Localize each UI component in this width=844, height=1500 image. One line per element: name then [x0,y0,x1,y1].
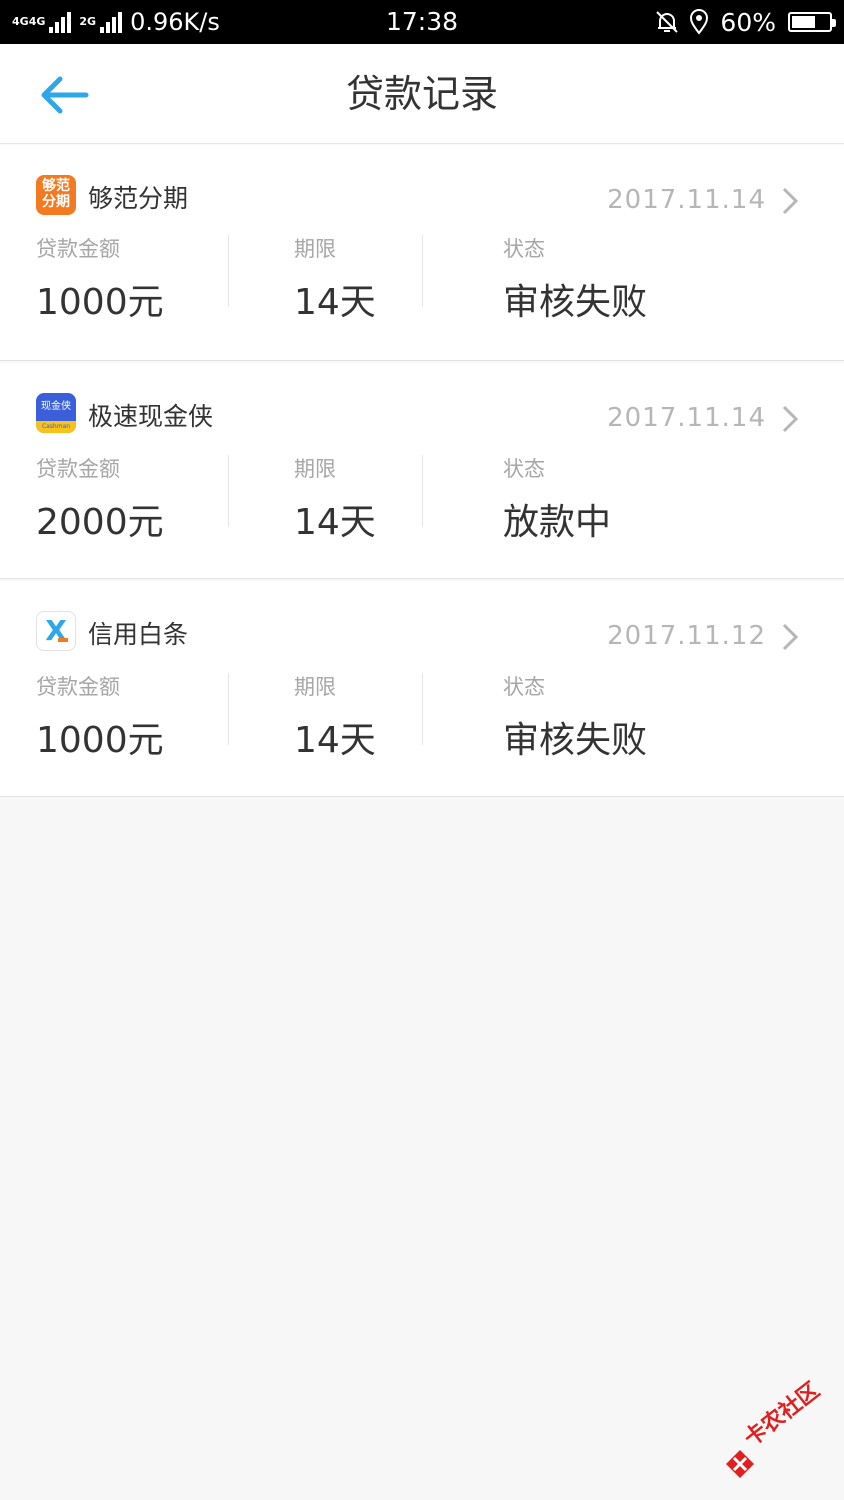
term-value: 14天 [294,282,376,323]
battery-percent: 60% [720,7,776,37]
column-divider [228,235,229,307]
amount-column: 贷款金额 2000元 [36,453,164,545]
status-label: 状态 [503,675,545,699]
amount-value: 2000元 [36,502,164,543]
page-title: 贷款记录 [345,72,498,116]
status-label: 状态 [503,237,545,261]
app-name: 信用白条 [88,620,189,649]
amount-column: 贷款金额 1000元 [36,671,164,763]
status-bar: 4G4G 2G 0.96K/s 17:38 60% [0,0,844,44]
logo-text-top: 现金侠 [41,401,71,412]
app-name: 够范分期 [88,184,189,213]
status-label: 状态 [503,457,545,481]
term-label: 期限 [294,457,336,481]
loan-record-3[interactable]: X 信用白条 2017.11.12 贷款金额 1000元 期限 14天 状态 审… [0,581,844,797]
amount-label: 贷款金额 [36,457,120,481]
logo-accent [58,638,68,642]
baitiao-logo: X [36,611,76,651]
logo-text-top: 够范 [42,178,70,194]
record-date: 2017.11.14 [607,185,766,215]
bell-off-icon [656,11,679,33]
record-date: 2017.11.12 [607,621,766,651]
location-icon [690,9,709,35]
chevron-right-icon [782,623,799,651]
column-divider [228,455,229,527]
column-divider [422,235,423,307]
term-column: 期限 14天 [294,453,376,545]
status-value: 审核失败 [503,720,648,761]
chevron-right-icon [782,187,799,215]
status-right: 60% [654,0,836,44]
amount-label: 贷款金额 [36,675,120,699]
term-value: 14天 [294,720,376,761]
status-value: 审核失败 [503,282,648,323]
term-column: 期限 14天 [294,233,376,325]
term-label: 期限 [294,675,336,699]
chevron-right-icon [782,405,799,433]
logo-text-bottom: 分期 [42,194,70,210]
column-divider [422,455,423,527]
amount-value: 1000元 [36,282,164,323]
watermark-logo: 卡农社区 [720,1378,830,1482]
status-column: 状态 审核失败 [503,233,647,325]
column-divider [422,673,423,745]
logo-text-top: X [45,614,67,647]
loan-record-2[interactable]: 现金侠 Cashman 极速现金侠 2017.11.14 贷款金额 2000元 … [0,363,844,579]
term-column: 期限 14天 [294,671,376,763]
loan-record-1[interactable]: 够范 分期 够范分期 2017.11.14 贷款金额 1000元 期限 14天 … [0,145,844,361]
record-date: 2017.11.14 [607,403,766,433]
status-column: 状态 审核失败 [503,671,647,763]
app-name: 极速现金侠 [88,402,214,431]
amount-value: 1000元 [36,720,164,761]
gofan-logo: 够范 分期 [36,175,76,215]
term-value: 14天 [294,502,376,543]
status-column: 状态 放款中 [503,453,611,545]
cashman-logo: 现金侠 Cashman [36,393,76,433]
logo-text-bottom: Cashman [36,421,76,433]
amount-label: 贷款金额 [36,237,120,261]
amount-column: 贷款金额 1000元 [36,233,164,325]
status-value: 放款中 [503,502,612,543]
header-bar: 贷款记录 [0,44,844,144]
term-label: 期限 [294,237,336,261]
column-divider [228,673,229,745]
battery-icon [788,12,836,32]
